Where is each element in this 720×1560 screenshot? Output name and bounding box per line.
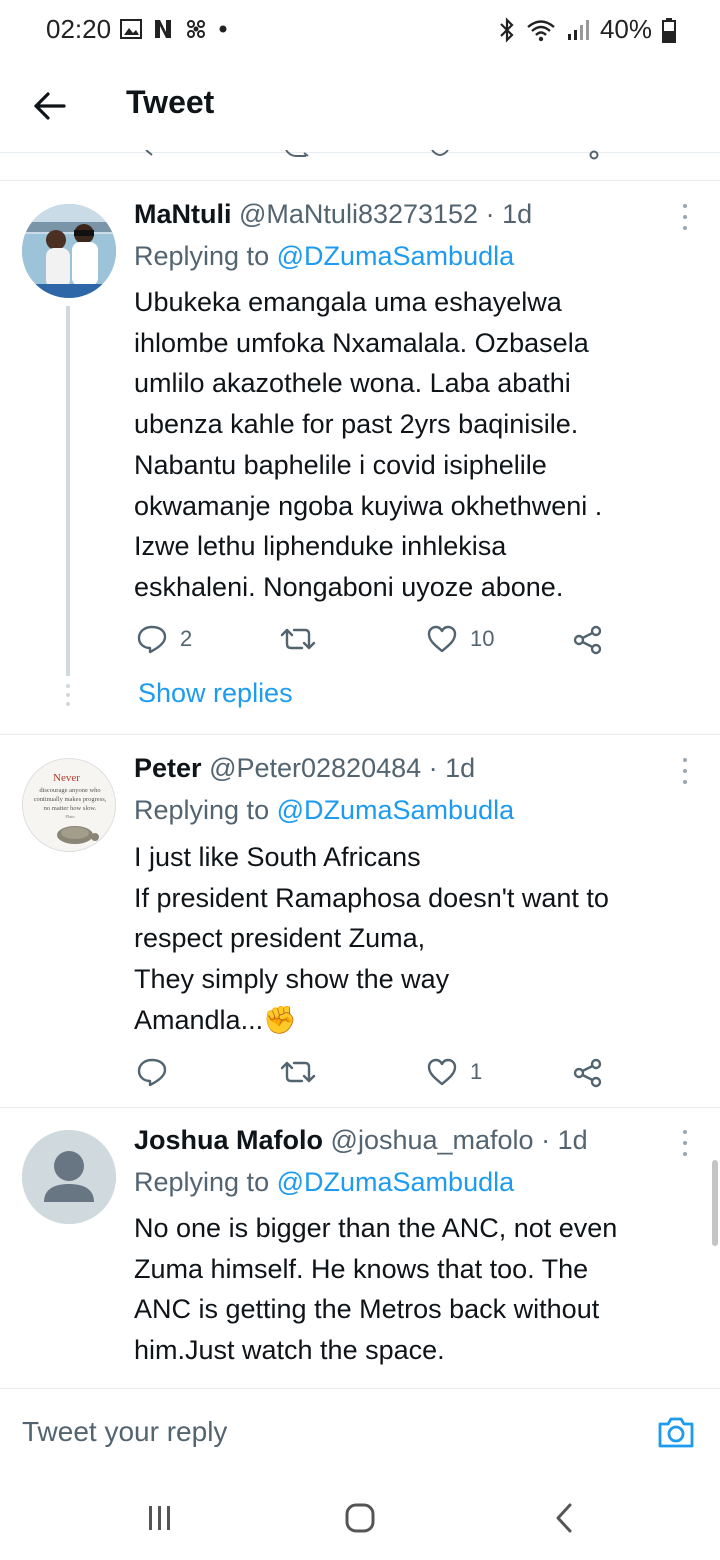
retweet-icon	[280, 1061, 316, 1083]
tweet-text-body: I just like South Africans If president …	[134, 842, 609, 1035]
pinwheel-notification-icon	[187, 20, 205, 38]
back-button[interactable]	[30, 88, 70, 124]
avatar[interactable]	[22, 1130, 116, 1224]
replying-to: Replying to @DZumaSambudla	[134, 241, 514, 272]
share-button[interactable]	[572, 1057, 604, 1089]
like-icon	[427, 1058, 457, 1086]
more-notifications-dot-icon	[219, 25, 227, 33]
reply-icon	[137, 625, 167, 654]
like-count: 10	[470, 626, 495, 651]
home-icon	[345, 1503, 375, 1533]
page-title: Tweet	[126, 84, 215, 120]
profile-photo	[22, 204, 116, 298]
recent-apps-button[interactable]	[140, 1500, 180, 1536]
status-bar: 02:20 40%	[0, 0, 720, 60]
tweet-header: Peter @Peter02820484 · 1d	[134, 753, 475, 784]
timestamp: · 1d	[428, 753, 476, 783]
previous-tweet-actions-fragment	[145, 150, 599, 160]
retweet-button[interactable]	[280, 624, 328, 654]
share-icon	[573, 625, 602, 655]
replying-to-label: Replying to	[134, 1167, 270, 1197]
camera-button[interactable]	[656, 1414, 696, 1450]
show-replies-link[interactable]: Show replies	[138, 678, 293, 709]
display-name[interactable]: MaNtuli	[134, 199, 232, 229]
top-app-bar	[0, 60, 720, 153]
handle[interactable]: @MaNtuli83273152	[239, 199, 478, 229]
default-avatar-icon	[22, 1130, 116, 1224]
back-arrow-icon	[34, 92, 66, 120]
avatar-quote-line3: continually makes progress,	[34, 796, 107, 803]
tweet-text: I just like South Africans If president …	[134, 837, 704, 1041]
status-time: 02:20	[46, 14, 112, 44]
retweet-icon	[280, 628, 316, 650]
reply-count: 2	[180, 626, 193, 651]
more-options-icon[interactable]	[678, 204, 692, 230]
status-right-group: 40%	[498, 14, 676, 45]
reply-button[interactable]: 2	[136, 624, 192, 654]
avatar[interactable]	[22, 204, 116, 298]
reply-input[interactable]	[22, 1412, 622, 1452]
replying-to: Replying to @DZumaSambudla	[134, 795, 514, 826]
display-name[interactable]: Joshua Mafolo	[134, 1125, 323, 1155]
replying-to-handle[interactable]: @DZumaSambudla	[277, 1167, 515, 1197]
more-options-icon[interactable]	[678, 1130, 692, 1156]
like-icon	[427, 625, 457, 653]
avatar-quote-line2: discourage anyone who	[39, 787, 100, 794]
display-name[interactable]: Peter	[134, 753, 202, 783]
handle[interactable]: @Peter02820484	[209, 753, 421, 783]
retweet-button[interactable]	[280, 1057, 328, 1087]
replying-to-label: Replying to	[134, 241, 270, 271]
avatar[interactable]: Never discourage anyone who continually …	[22, 758, 116, 852]
signal-icon	[567, 19, 589, 40]
replying-to-handle[interactable]: @DZumaSambudla	[277, 241, 515, 271]
handle[interactable]: @joshua_mafolo	[331, 1125, 534, 1155]
gallery-notification-icon	[120, 19, 142, 39]
home-button[interactable]	[340, 1498, 380, 1538]
like-count: 1	[470, 1059, 483, 1084]
reply-icon	[137, 1058, 167, 1087]
thread-continuation-dots	[65, 684, 71, 706]
reply-button[interactable]	[136, 1057, 180, 1087]
tweet-text: No one is bigger than the ANC, not even …	[134, 1213, 618, 1366]
avatar-quote-line4: no matter how slow.	[44, 805, 97, 812]
notification-icons	[120, 16, 228, 42]
system-back-button[interactable]	[546, 1500, 582, 1536]
timestamp: · 1d	[541, 1125, 588, 1155]
recent-apps-icon	[149, 1506, 170, 1530]
chevron-left-icon	[556, 1503, 572, 1533]
avatar-quote-line5: Plato	[65, 814, 75, 819]
share-button[interactable]	[572, 624, 604, 656]
avatar-quote-line1: Never	[53, 772, 80, 784]
like-button[interactable]: 10	[426, 624, 494, 654]
bluetooth-icon	[500, 16, 514, 43]
battery-icon	[662, 17, 676, 43]
battery-percent: 40%	[599, 14, 652, 44]
more-options-icon[interactable]	[678, 758, 692, 784]
wifi-icon	[527, 19, 555, 41]
raised-fist-emoji: ✊	[263, 1004, 297, 1035]
netflix-notification-icon	[155, 20, 171, 38]
tweet-header: MaNtuli @MaNtuli83273152 · 1d	[134, 199, 532, 230]
replying-to-label: Replying to	[134, 795, 270, 825]
replying-to-handle[interactable]: @DZumaSambudla	[277, 795, 515, 825]
scrollbar[interactable]	[712, 1160, 718, 1246]
camera-icon	[658, 1417, 694, 1448]
tweet-header: Joshua Mafolo @joshua_mafolo · 1d	[134, 1125, 588, 1156]
quote-image-avatar: Never discourage anyone who continually …	[23, 759, 115, 851]
like-button[interactable]: 1	[426, 1057, 482, 1087]
replying-to: Replying to @DZumaSambudla	[134, 1167, 514, 1198]
thread-line	[66, 306, 70, 676]
share-icon	[573, 1058, 602, 1088]
tweet-text: Ubukeka emangala uma eshayelwa ihlombe u…	[134, 287, 603, 602]
timestamp: · 1d	[485, 199, 533, 229]
